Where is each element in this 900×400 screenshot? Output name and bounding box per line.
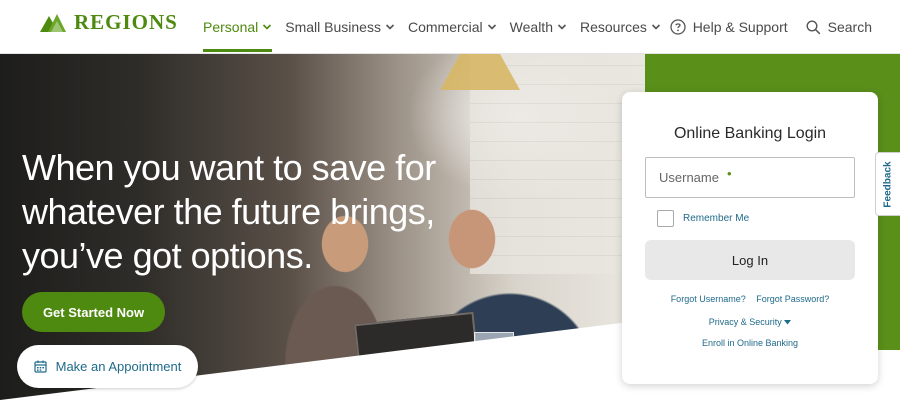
nav-item-commercial[interactable]: Commercial — [408, 0, 497, 54]
online-banking-login-card: Online Banking Login Username • Remember… — [622, 92, 878, 384]
help-support-label: Help & Support — [692, 19, 788, 35]
nav-item-label: Commercial — [407, 19, 483, 35]
main-nav: Personal Small Business Commercial Wealt… — [203, 0, 674, 54]
question-circle-icon — [670, 19, 686, 35]
chevron-down-icon — [487, 24, 496, 30]
nav-item-resources[interactable]: Resources — [580, 0, 661, 54]
login-title: Online Banking Login — [673, 125, 827, 142]
nav-item-small-business[interactable]: Small Business — [285, 0, 395, 54]
chevron-down-icon — [385, 24, 395, 30]
site-header: REGIONS Personal Small Business Commerci… — [0, 0, 900, 54]
remember-me-label: Remember Me — [683, 213, 750, 224]
nav-item-label: Wealth — [509, 19, 553, 35]
remember-me-toggle[interactable]: Remember Me — [657, 210, 749, 227]
make-appointment-label: Make an Appointment — [55, 359, 182, 374]
chevron-down-icon — [557, 24, 567, 30]
magnifier-icon — [806, 19, 820, 34]
caret-down-icon — [784, 320, 792, 325]
chevron-down-icon — [651, 24, 660, 30]
privacy-security-dropdown[interactable]: Privacy & Security — [622, 317, 878, 327]
required-indicator: • — [726, 166, 732, 181]
get-started-button[interactable]: Get Started Now — [22, 292, 165, 332]
make-appointment-button[interactable]: Make an Appointment — [17, 345, 198, 388]
forgot-links: Forgot Username? Forgot Password? — [622, 294, 878, 304]
forgot-username-link[interactable]: Forgot Username? — [671, 294, 746, 304]
chevron-down-icon — [263, 24, 272, 30]
username-placeholder: Username — [659, 170, 719, 185]
hero-headline: When you want to save for whatever the f… — [22, 147, 436, 276]
nav-item-wealth[interactable]: Wealth — [510, 0, 567, 54]
remember-me-checkbox[interactable] — [657, 210, 674, 227]
username-field[interactable]: Username • — [645, 157, 855, 198]
feedback-tab[interactable]: Feedback — [875, 152, 900, 216]
calendar-icon — [34, 360, 47, 373]
enroll-online-banking-link[interactable]: Enroll in Online Banking — [622, 338, 878, 348]
nav-item-label: Personal — [203, 19, 259, 35]
brand-name: REGIONS — [74, 10, 178, 34]
privacy-security-label: Privacy & Security — [708, 317, 782, 327]
nav-item-label: Resources — [579, 19, 647, 35]
nav-item-personal[interactable]: Personal — [203, 0, 273, 54]
feedback-label: Feedback — [882, 160, 894, 208]
nav-item-label: Small Business — [285, 19, 381, 35]
utility-nav: Help & Support Search — [670, 0, 872, 54]
help-support-link[interactable]: Help & Support — [670, 19, 788, 35]
forgot-password-link[interactable]: Forgot Password? — [756, 294, 829, 304]
search-link[interactable]: Search — [806, 19, 872, 35]
search-label: Search — [827, 19, 872, 35]
regions-logo[interactable]: REGIONS — [38, 10, 178, 35]
triangle-logo-icon — [40, 13, 66, 32]
log-in-button[interactable]: Log In — [645, 240, 855, 280]
